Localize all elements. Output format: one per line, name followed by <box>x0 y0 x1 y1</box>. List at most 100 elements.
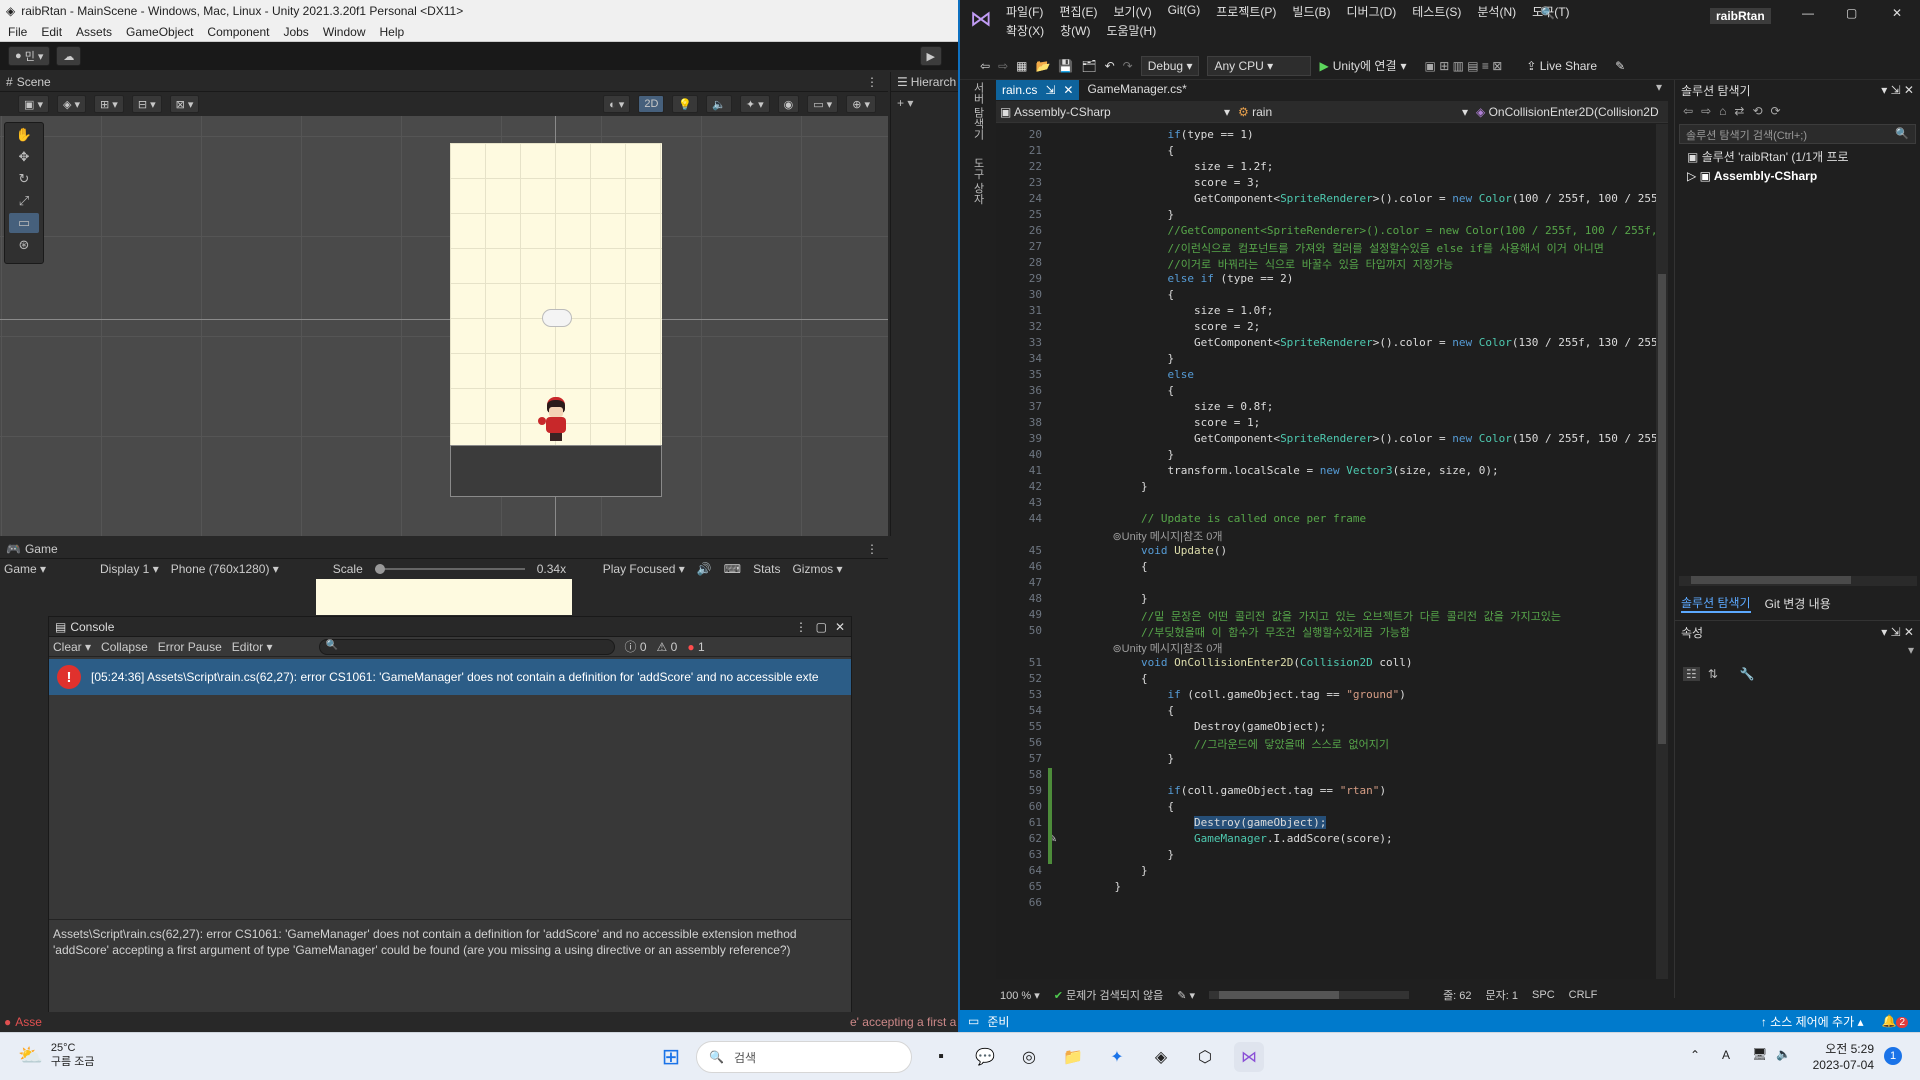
vs-menu-project[interactable]: 프로젝트(P) <box>1216 3 1276 20</box>
vs-menu-debug[interactable]: 디버그(D) <box>1346 3 1396 20</box>
config-dropdown[interactable]: Debug ▾ <box>1140 55 1200 76</box>
issues-indicator[interactable]: ✔ 문제가 검색되지 않음 <box>1054 987 1163 1003</box>
toolbar-extra-icons[interactable]: ▣ ⊞ ▥ ▤ ≡ ⊠ <box>1425 59 1503 73</box>
menu-help[interactable]: Help <box>380 25 405 39</box>
editor-h-scrollbar[interactable] <box>1209 991 1410 999</box>
console-maximize-icon[interactable]: ▢ <box>816 620 827 634</box>
move-tool-icon[interactable]: ✥ <box>9 147 39 167</box>
tab-close-icon[interactable]: ✕ <box>1063 83 1073 97</box>
taskbar-search[interactable]: 🔍 검색 <box>696 1041 912 1073</box>
server-explorer-tab[interactable]: 서버 탐색기 <box>972 82 984 140</box>
sol-header-icons[interactable]: ▾ ⇲ ✕ <box>1881 83 1914 97</box>
sol-search-input[interactable]: 솔루션 탐색기 검색(Ctrl+;) 🔍 <box>1679 124 1916 144</box>
network-icon[interactable]: 🖥 <box>1752 1047 1767 1061</box>
switch-views-icon[interactable]: ⇄ <box>1734 104 1744 118</box>
vs-menu-build[interactable]: 빌드(B) <box>1292 3 1330 20</box>
scene-viewport[interactable] <box>0 116 888 536</box>
console-editor-dropdown[interactable]: Editor ▾ <box>232 640 273 654</box>
status-message-left[interactable]: Asse <box>15 1015 42 1029</box>
unity-hub-icon[interactable]: ◈ <box>1146 1042 1176 1072</box>
notification-badge[interactable]: 1 <box>1884 1047 1902 1065</box>
notifications-button[interactable]: 🔔 2 <box>1881 1014 1908 1028</box>
property-pages-icon[interactable]: 🔧 <box>1740 667 1755 681</box>
sol-tree-project[interactable]: ▷ ▣ Assembly-CSharp <box>1675 167 1920 185</box>
nav-project-dropdown[interactable]: ▣ Assembly-CSharp ▾ <box>1000 105 1230 119</box>
shading-dropdown[interactable]: ◈ ▾ <box>56 95 87 113</box>
props-header-icons[interactable]: ▾ ⇲ ✕ <box>1881 625 1914 639</box>
alphabetical-icon[interactable]: ⇅ <box>1708 667 1718 681</box>
scene-more-icon[interactable]: ⋮ <box>866 75 878 89</box>
chat-icon[interactable]: 💬 <box>970 1042 1000 1072</box>
editor-vertical-scrollbar[interactable] <box>1656 124 1668 979</box>
keyboard-icon[interactable]: ⌨ <box>724 562 741 576</box>
toggle-2d-button[interactable]: 2D <box>638 95 665 113</box>
unity-editor-icon[interactable]: ⬡ <box>1190 1042 1220 1072</box>
expand-icon[interactable]: ▷ <box>1687 169 1696 183</box>
gizmos-dropdown[interactable]: Gizmos ▾ <box>792 562 842 576</box>
menu-edit[interactable]: Edit <box>41 25 62 39</box>
tab-game[interactable]: Game <box>25 542 58 556</box>
zoom-dropdown[interactable]: 100 % ▾ <box>1000 989 1040 1002</box>
tray-overflow-icon[interactable]: ⌃ <box>1690 1048 1700 1062</box>
console-close-icon[interactable]: ✕ <box>835 620 845 634</box>
scale-slider-thumb[interactable] <box>374 564 385 574</box>
warning-count-toggle[interactable]: ⚠ 0 <box>657 640 678 654</box>
camera-dropdown[interactable]: ▭ ▾ <box>807 95 839 113</box>
sol-horizontal-scrollbar[interactable] <box>1679 576 1917 586</box>
open-icon[interactable]: 📂 <box>1035 59 1050 73</box>
console-clear-dropdown[interactable]: Clear ▾ <box>53 640 91 654</box>
feedback-icon[interactable]: ✎ <box>1615 59 1625 73</box>
mute-audio-icon[interactable]: 🔊 <box>697 562 712 576</box>
account-dropdown[interactable]: ● 민 ▾ <box>8 46 51 66</box>
save-all-icon[interactable]: 🗂 <box>1081 59 1096 73</box>
new-item-icon[interactable]: ▦ <box>1016 59 1027 73</box>
console-detail-pane[interactable]: Assets\Script\rain.cs(62,27): error CS10… <box>49 919 851 964</box>
redo-icon[interactable]: ↷ <box>1123 59 1133 73</box>
menu-jobs[interactable]: Jobs <box>283 25 308 39</box>
chrome-icon[interactable]: ◎ <box>1014 1042 1044 1072</box>
vs-maximize-icon[interactable]: ▢ <box>1846 6 1857 20</box>
rect-tool-icon[interactable]: ▭ <box>9 213 39 233</box>
ime-indicator[interactable]: A <box>1722 1048 1730 1062</box>
play-button[interactable]: ▶ <box>919 46 942 66</box>
home-icon[interactable]: ⌂ <box>1719 104 1726 118</box>
game-mode-dropdown[interactable]: Game ▾ <box>4 562 88 576</box>
vs-menu-file[interactable]: 파일(F) <box>1006 3 1043 20</box>
scrollbar-thumb[interactable] <box>1658 274 1666 744</box>
audio-toggle-icon[interactable]: 🔈 <box>706 95 732 113</box>
hand-tool-icon[interactable]: ✋ <box>9 125 39 145</box>
lighting-orb-button[interactable]: ◐ ▾ <box>603 95 631 113</box>
history-icon[interactable]: ⟲ <box>1752 104 1762 118</box>
console-collapse-button[interactable]: Collapse <box>101 640 148 654</box>
console-error-row[interactable]: ! [05:24:36] Assets\Script\rain.cs(62,27… <box>49 659 851 695</box>
back-icon[interactable]: ⇦ <box>980 59 990 73</box>
tab-scene[interactable]: Scene <box>17 75 51 89</box>
tab-hierarchy[interactable]: Hierarch <box>911 75 956 89</box>
props-object-dropdown[interactable]: ▾ <box>1675 643 1920 663</box>
vs-close-icon[interactable]: ✕ <box>1892 6 1902 20</box>
line-ending-indicator[interactable]: CRLF <box>1569 989 1598 1001</box>
pin-icon[interactable]: ⇲ <box>1045 83 1055 97</box>
info-count-toggle[interactable]: ⓘ 0 <box>625 638 647 655</box>
save-icon[interactable]: 💾 <box>1058 59 1073 73</box>
increment-snap-button[interactable]: ⊟ ▾ <box>131 95 162 113</box>
vs-menu-git[interactable]: Git(G) <box>1168 3 1201 20</box>
grid-snap-button[interactable]: ⊞ ▾ <box>94 95 124 113</box>
vs-menu-test[interactable]: 테스트(S) <box>1412 3 1461 20</box>
tab-git-changes[interactable]: Git 변경 내용 <box>1765 595 1831 612</box>
sol-forward-icon[interactable]: ⇨ <box>1701 104 1711 118</box>
display-dropdown[interactable]: Display 1 ▾ <box>100 562 159 576</box>
vs-minimize-icon[interactable]: — <box>1802 6 1814 20</box>
whitespace-indicator[interactable]: SPC <box>1532 989 1555 1001</box>
cloud-button[interactable]: ☁ <box>56 46 82 66</box>
tab-console[interactable]: Console <box>70 620 114 634</box>
play-focused-dropdown[interactable]: Play Focused ▾ <box>603 562 685 576</box>
menu-gameobject[interactable]: GameObject <box>126 25 193 39</box>
vs-menu-help[interactable]: 도움말(H) <box>1106 22 1156 39</box>
tab-solution-explorer[interactable]: 솔루션 탐색기 <box>1681 594 1751 613</box>
sync-icon[interactable]: ⟳ <box>1771 104 1781 118</box>
nav-member-dropdown[interactable]: ◈ OnCollisionEnter2D(Collision2D coll)▾ <box>1476 105 1662 119</box>
hidden-objects-icon[interactable]: ◉ <box>777 95 800 113</box>
gizmo-dropdown[interactable]: ⊕ ▾ <box>846 95 876 113</box>
scale-tool-icon[interactable]: ⤢ <box>9 191 39 211</box>
